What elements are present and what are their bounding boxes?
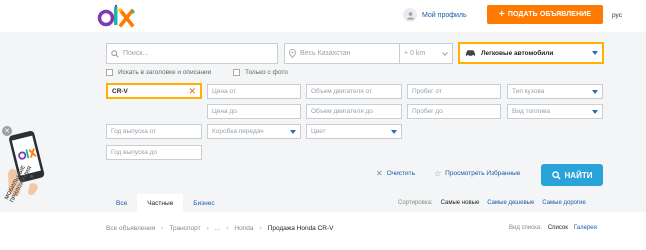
photo-only-label: Только с фото <box>245 69 288 76</box>
view-list[interactable]: Список <box>548 225 568 231</box>
checkbox-box[interactable] <box>233 69 240 76</box>
my-profile-label: Мой профиль <box>422 11 467 19</box>
location-pin-icon <box>289 49 296 58</box>
view-favorites-link[interactable]: ☆ Просмотреть Избранные <box>434 169 520 178</box>
caret-down-icon <box>592 51 598 55</box>
find-label: НАЙТИ <box>564 170 593 180</box>
title-desc-label: Искать в заголовке и описании <box>118 69 212 76</box>
olx-logo-graphic <box>97 4 135 28</box>
chevron-right-icon: › <box>226 224 229 232</box>
category-select[interactable]: Легковые автомобили <box>458 42 604 64</box>
color-select[interactable]: Цвет <box>306 124 402 139</box>
gearbox-placeholder: Коробка передач <box>212 128 264 135</box>
phone-with-hand-graphic <box>8 130 45 197</box>
my-profile-link[interactable]: Мой профиль <box>403 8 467 22</box>
caret-down-icon <box>592 89 598 94</box>
caret-down-icon <box>592 109 598 114</box>
clear-model-icon[interactable]: ✕ <box>188 86 196 97</box>
price-from-input[interactable]: Цена от <box>207 84 301 99</box>
sort-cheapest[interactable]: Самые дешевые <box>487 200 534 206</box>
chevron-right-icon: › <box>161 224 164 232</box>
car-icon <box>465 49 476 57</box>
view-label: Вид списка: <box>509 225 542 231</box>
sort-newest[interactable]: Самые новые <box>441 200 480 206</box>
body-type-placeholder: Тип кузова <box>512 88 545 95</box>
caret-down-icon <box>290 129 296 134</box>
price-from-placeholder: Цена от <box>212 88 236 95</box>
category-value: Легковые автомобили <box>481 49 554 57</box>
color-placeholder: Цвет <box>311 128 326 135</box>
olx-logo[interactable] <box>97 4 137 28</box>
breadcrumb-item[interactable]: Транспорт <box>169 225 200 232</box>
language-switch[interactable]: рус <box>612 12 622 19</box>
engine-to-input[interactable]: Объем двигателя до <box>306 104 402 119</box>
location-value: Весь Казахстан <box>300 50 351 57</box>
sort-label: Сортировка: <box>398 200 433 206</box>
tab-all[interactable]: Все <box>106 194 137 212</box>
location-input[interactable]: Весь Казахстан <box>284 43 399 64</box>
clear-label: Очистить <box>386 170 415 177</box>
post-ad-label: ПОДАТЬ ОБЪЯВЛЕНИЕ <box>507 11 592 18</box>
radius-select[interactable]: + 0 km <box>399 43 453 64</box>
radius-value: + 0 km <box>404 50 426 57</box>
breadcrumb-item[interactable]: Все объявления <box>106 225 155 232</box>
find-button[interactable]: НАЙТИ <box>541 164 603 186</box>
breadcrumb-item[interactable]: ... <box>215 225 220 232</box>
caret-down-icon <box>391 129 397 134</box>
gearbox-select[interactable]: Коробка передач <box>207 124 301 139</box>
breadcrumb-item[interactable]: Honda <box>234 225 253 232</box>
sort-options: Сортировка: Самые новые Самые дешевые Са… <box>398 200 586 206</box>
view-mode-switch: Вид списка: Список Галерея <box>509 225 597 231</box>
engine-from-placeholder: Объем двигателя от <box>311 88 372 95</box>
tab-business[interactable]: Бизнес <box>183 194 224 212</box>
photo-only-checkbox[interactable]: Только с фото <box>233 69 288 76</box>
model-input[interactable]: CR-V ✕ <box>106 83 202 99</box>
engine-to-placeholder: Объем двигателя до <box>311 108 373 115</box>
search-icon <box>111 49 119 58</box>
year-to-placeholder: Год выпуска до <box>111 149 158 156</box>
year-from-input[interactable]: Год выпуска от <box>106 124 202 139</box>
sort-expensive[interactable]: Самые дорогие <box>542 200 586 206</box>
price-to-placeholder: Цена до <box>212 108 237 115</box>
year-from-placeholder: Год выпуска от <box>111 128 157 135</box>
user-icon <box>403 8 417 22</box>
checkbox-box[interactable] <box>106 69 113 76</box>
breadcrumb-current: Продажа Honda CR-V <box>267 224 334 232</box>
breadcrumb: Все объявления › Транспорт › ... › Honda… <box>106 222 334 234</box>
view-gallery[interactable]: Галерея <box>574 225 597 231</box>
search-placeholder: Поиск... <box>123 50 149 57</box>
chevron-right-icon: › <box>206 224 209 232</box>
post-ad-button[interactable]: + ПОДАТЬ ОБЪЯВЛЕНИЕ <box>487 5 603 24</box>
favorites-label: Просмотреть Избранные <box>445 170 521 177</box>
mileage-from-input[interactable]: Пробег от <box>407 84 501 99</box>
search-icon <box>551 170 561 180</box>
clear-filters-link[interactable]: ✕ Очистить <box>376 169 415 178</box>
body-type-select[interactable]: Тип кузова <box>507 84 603 99</box>
header: Мой профиль + ПОДАТЬ ОБЪЯВЛЕНИЕ рус <box>0 0 646 32</box>
mileage-to-input[interactable]: Пробег до <box>407 104 501 119</box>
plus-icon: + <box>498 9 505 20</box>
mobile-app-promo[interactable]: ✕ МОБИЛЬНЫЕ ПРИЛОЖЕНИЯ <box>0 126 60 236</box>
close-icon: ✕ <box>376 169 383 178</box>
chevron-right-icon: › <box>259 224 262 232</box>
mileage-from-placeholder: Пробег от <box>412 88 442 95</box>
fuel-type-select[interactable]: Вид топлива <box>507 104 603 119</box>
model-value: CR-V <box>112 87 128 95</box>
engine-from-input[interactable]: Объем двигателя от <box>306 84 402 99</box>
chevron-down-icon <box>442 51 448 56</box>
tab-private[interactable]: Частные <box>137 194 184 212</box>
fuel-type-placeholder: Вид топлива <box>512 108 551 115</box>
year-to-input[interactable]: Год выпуска до <box>106 145 202 160</box>
star-icon: ☆ <box>434 169 442 178</box>
search-input[interactable]: Поиск... <box>106 43 278 64</box>
seller-type-tabs: Все Частные Бизнес <box>106 194 225 212</box>
title-desc-checkbox[interactable]: Искать в заголовке и описании <box>106 69 211 76</box>
mileage-to-placeholder: Пробег до <box>412 108 443 115</box>
price-to-input[interactable]: Цена до <box>207 104 301 119</box>
